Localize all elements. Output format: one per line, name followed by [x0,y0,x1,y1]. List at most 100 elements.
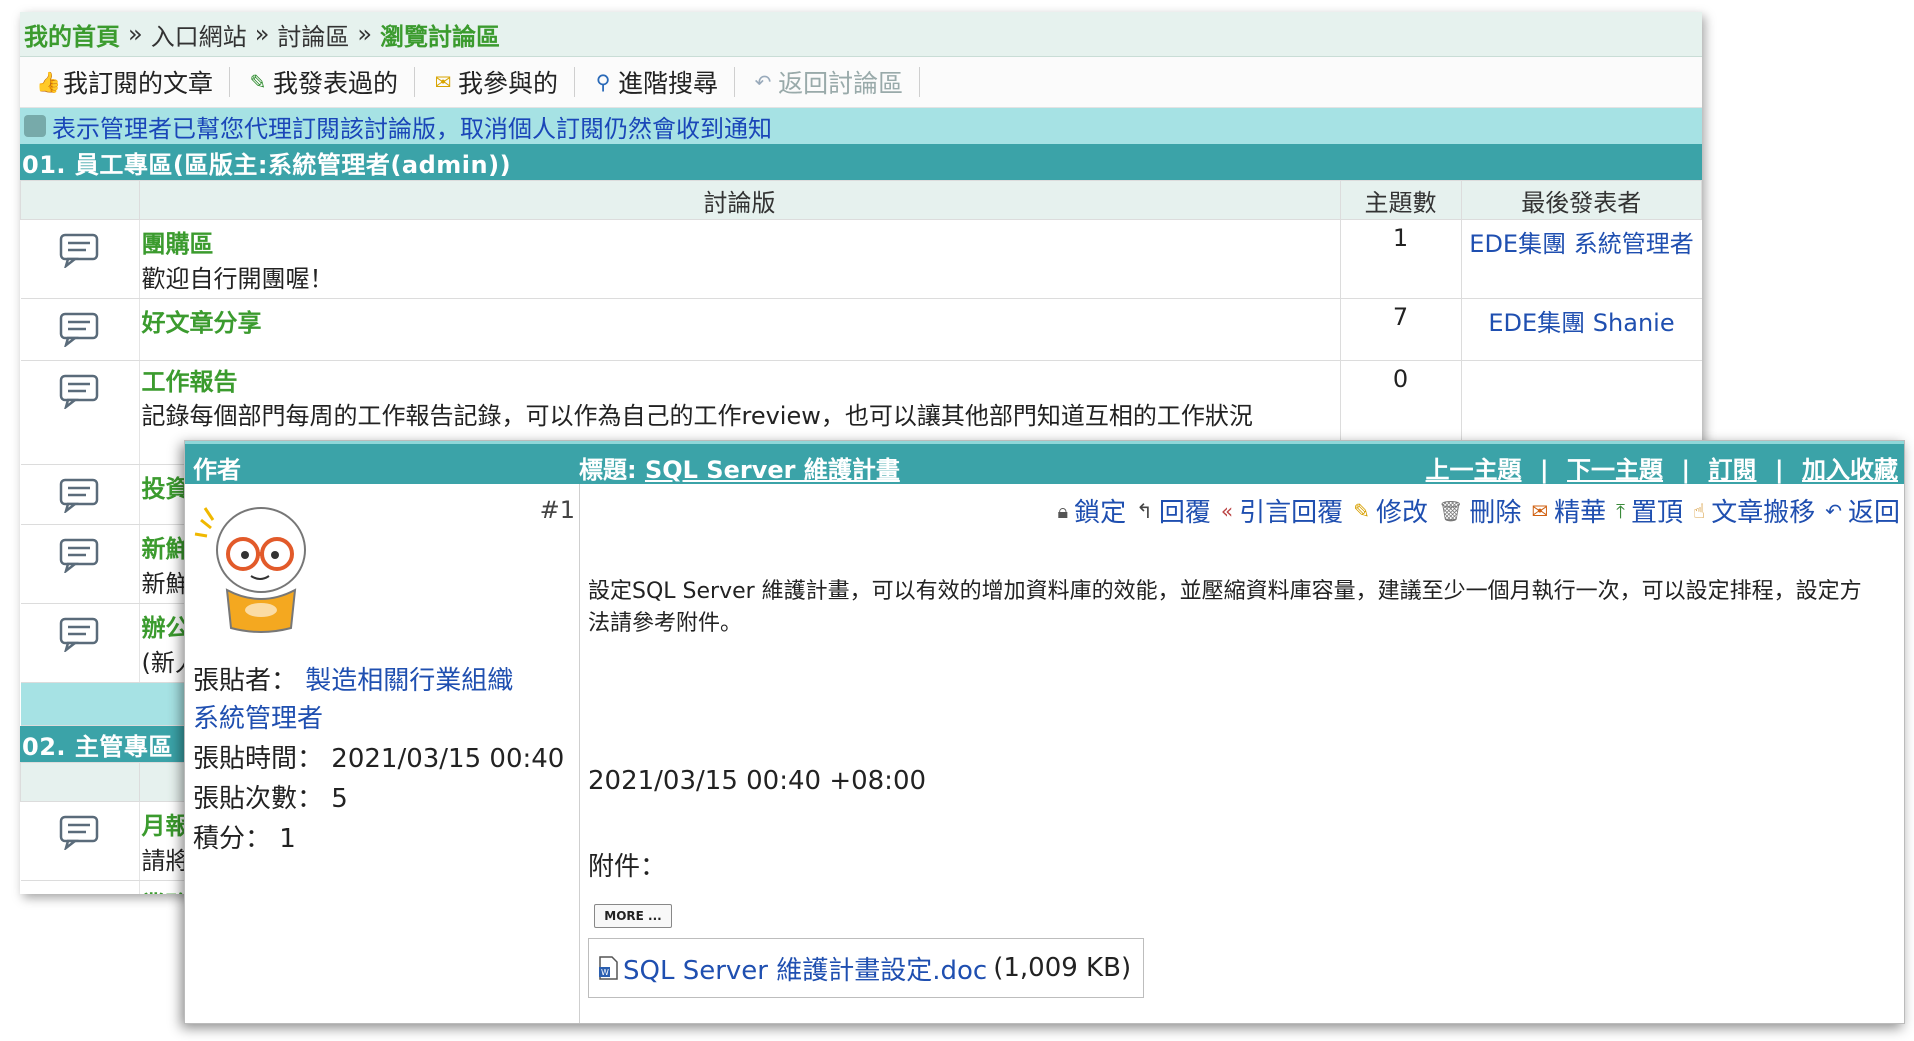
participate-icon: ✉ [434,70,452,94]
edit-button[interactable]: ✎ 修改 [1353,492,1428,529]
chat-bubble-icon [59,478,98,513]
post-timestamp: 2021/03/15 00:40 +08:00 [588,766,927,796]
breadcrumb-separator: » [357,20,373,48]
score-line: 積分： 1 [193,818,296,855]
more-button[interactable]: MORE ... [594,904,672,928]
participated-label: 我參與的 [458,69,559,98]
section-header-employee: 01. 員工專區(區版主:系統管理者(admin)) [20,144,1702,180]
quote-label: 引言回覆 [1239,498,1344,528]
poster-name-link[interactable]: 系統管理者 [193,704,323,734]
back-label: 返回 [1847,498,1900,528]
post-count-label: 張貼次數： [193,784,324,814]
back-arrow-icon: ↶ [1825,498,1842,523]
chat-bubble-icon [59,374,98,409]
forum-description: 記錄每個部門每周的工作報告記錄，可以作為自己的工作review，也可以讓其他部門… [141,402,1253,430]
last-poster-link[interactable]: EDE集團 系統管理者 [1460,219,1702,299]
post-count-line: 張貼次數： 5 [193,778,348,815]
last-poster-link[interactable]: EDE集團 Shanie [1460,298,1702,361]
hand-icon: ☝ [1693,498,1706,523]
delete-label: 刪除 [1469,498,1522,528]
breadcrumb-forum[interactable]: 討論區 [277,17,349,52]
topic-count: 7 [1339,298,1461,361]
poster-name-line: 系統管理者 [193,698,323,735]
prev-topic-link[interactable]: 上一主題 [1426,456,1522,484]
trash-icon: 🗑︎ [1437,498,1464,523]
quote-reply-button[interactable]: «引言回覆 [1221,492,1343,529]
chat-bubble-icon [59,233,98,268]
header-last-poster: 最後發表者 [1460,180,1702,220]
featured-button[interactable]: ✉ 精華 [1531,492,1606,529]
author-column-label: 作者 [193,456,241,484]
header-topics: 主題數 [1339,180,1462,220]
post-time-label: 張貼時間： [193,744,324,774]
attachment-link[interactable]: SQL Server 維護計畫設定.doc [623,950,987,987]
attachment-label: 附件： [588,852,667,882]
post-content-panel: 🔒︎ 鎖定 ↰ 回覆 «引言回覆 ✎ 修改 🗑︎ 刪除 ✉ 精華 ⤒ 置頂 ☝ 文章搬移 ↶ 返… [580,484,1904,1023]
chat-bubble-icon [58,893,102,894]
post-nav: 上一主題 | 下一主題 | 訂閱 | 加入收藏 [1426,450,1898,485]
featured-label: 精華 [1554,498,1607,528]
lock-button[interactable]: 🔒︎ 鎖定 [1057,492,1126,529]
search-icon: ⚲ [595,70,611,94]
author-panel: #1 張貼者： 製造相關行業組織 系統管理者 張貼時間： 2021/03/15 … [185,484,580,1023]
chat-bubble-icon [59,815,98,850]
quote-icon: « [1220,498,1234,523]
post-header-bar: 作者 標題: SQL Server 維護計畫 上一主題 | 下一主題 | 訂閱 … [185,441,1904,484]
move-label: 文章搬移 [1711,498,1816,528]
reply-label: 回覆 [1158,498,1211,528]
post-actions: 🔒︎ 鎖定 ↰ 回覆 «引言回覆 ✎ 修改 🗑︎ 刪除 ✉ 精華 ⤒ 置頂 ☝ 文章搬移 ↶ 返… [1047,492,1900,529]
my-posts-button[interactable]: ✎ 我發表過的 [246,67,416,98]
reply-icon: ↰ [1136,498,1153,523]
post-body: 設定SQL Server 維護計畫，可以有效的增加資料庫的效能，並壓縮資料庫容量… [588,579,1862,636]
svg-text:W: W [601,968,609,977]
reply-button[interactable]: ↰ 回覆 [1136,492,1211,529]
back-to-forum-label: 返回討論區 [778,69,904,98]
breadcrumb: 我的首頁 » 入口網站 » 討論區 » 瀏覽討論區 [20,12,1702,57]
advanced-search-label: 進階搜尋 [618,69,719,98]
breadcrumb-separator: » [128,20,143,48]
nav-separator: | [1539,456,1549,484]
table-row: 團購區 歡迎自行開團喔！ 1 EDE集團 系統管理者 [20,219,1702,299]
delete-button[interactable]: 🗑︎ 刪除 [1438,492,1521,529]
attachment-item[interactable]: W SQL Server 維護計畫設定.doc (1,009 KB) [588,938,1145,998]
edit-label: 修改 [1375,498,1428,528]
back-to-forum-button[interactable]: ↶ 返回討論區 [751,67,921,98]
pin-label: 置頂 [1631,498,1684,528]
participated-button[interactable]: ✉ 我參與的 [431,67,576,98]
notice-icon [24,115,46,137]
lock-label: 鎖定 [1074,498,1127,528]
back-button[interactable]: ↶ 返回 [1825,492,1900,529]
word-doc-icon: W [599,956,618,980]
topic-count: 1 [1339,219,1461,299]
poster-line: 張貼者： 製造相關行業組織 [193,660,513,697]
breadcrumb-current: 瀏覽討論區 [380,22,501,51]
add-favorite-link[interactable]: 加入收藏 [1802,456,1898,484]
forum-link[interactable]: 團購區 [142,224,1338,259]
forum-link[interactable]: 工作報告 [142,365,1338,399]
next-topic-link[interactable]: 下一主題 [1567,456,1663,484]
avatar [194,507,306,633]
breadcrumb-separator: » [254,20,270,48]
forum-table-header: 討論版 主題數 最後發表者 [20,180,1702,220]
move-article-button[interactable]: ☝ 文章搬移 [1693,492,1815,529]
subscribe-link[interactable]: 訂閱 [1709,456,1757,484]
forum-link[interactable]: 好文章分享 [142,303,1338,338]
post-title-link[interactable]: SQL Server 維護計畫 [645,456,900,484]
nav-separator: | [1681,456,1691,484]
post-count-value: 5 [331,784,348,814]
pin-top-icon: ⤒ [1616,498,1625,523]
header-forum: 討論版 [138,180,1341,220]
advanced-search-button[interactable]: ⚲ 進階搜尋 [591,67,736,98]
breadcrumb-portal[interactable]: 入口網站 [151,17,247,52]
title-label: 標題: [579,456,637,484]
my-posts-label: 我發表過的 [273,69,399,98]
header-icon-col [20,180,140,220]
poster-org-link[interactable]: 製造相關行業組織 [305,666,513,696]
subscribed-articles-button[interactable]: 👍 我訂閱的文章 [36,67,231,98]
pin-button[interactable]: ⤒ 置頂 [1616,492,1683,529]
nav-separator: | [1774,456,1784,484]
score-value: 1 [279,824,296,854]
post-icon: ✎ [249,70,267,94]
breadcrumb-home[interactable]: 我的首頁 [24,17,120,52]
notice-text: 表示管理者已幫您代理訂閱該討論版，取消個人訂閱仍然會收到通知 [52,114,772,143]
